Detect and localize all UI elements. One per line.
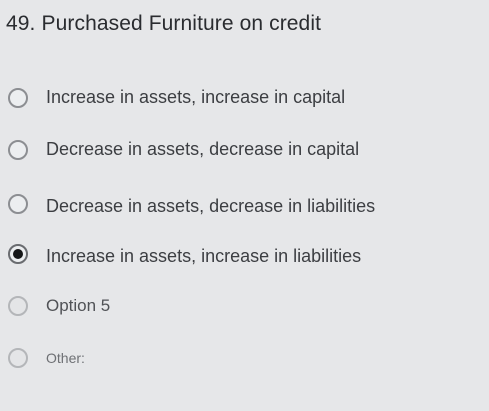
question-number: 49. <box>6 12 36 35</box>
question-title: 49. Purchased Furniture on credit <box>6 12 321 36</box>
option-other[interactable]: Other: <box>0 342 200 378</box>
option-5[interactable]: Option 5 <box>0 290 200 326</box>
radio-unchecked-icon[interactable] <box>8 194 28 214</box>
option-other-label: Other: <box>46 350 85 366</box>
radio-unchecked-icon[interactable] <box>8 296 28 316</box>
question-text: Purchased Furniture on credit <box>41 12 322 35</box>
radio-checked-icon[interactable] <box>8 244 28 264</box>
option-3[interactable]: Decrease in assets, decrease in liabilit… <box>0 186 430 222</box>
radio-unchecked-icon[interactable] <box>8 348 28 368</box>
option-label: Increase in assets, increase in liabilit… <box>46 246 362 266</box>
option-1[interactable]: Increase in assets, increase in capital <box>0 80 400 116</box>
option-label: Increase in assets, increase in capital <box>46 87 346 107</box>
option-label: Decrease in assets, decrease in liabilit… <box>46 196 376 216</box>
option-label: Decrease in assets, decrease in capital <box>46 139 360 159</box>
radio-unchecked-icon[interactable] <box>8 140 28 160</box>
option-label: Option 5 <box>46 296 111 315</box>
option-2[interactable]: Decrease in assets, decrease in capital <box>0 132 410 168</box>
radio-unchecked-icon[interactable] <box>8 88 28 108</box>
option-4[interactable]: Increase in assets, increase in liabilit… <box>0 236 420 272</box>
